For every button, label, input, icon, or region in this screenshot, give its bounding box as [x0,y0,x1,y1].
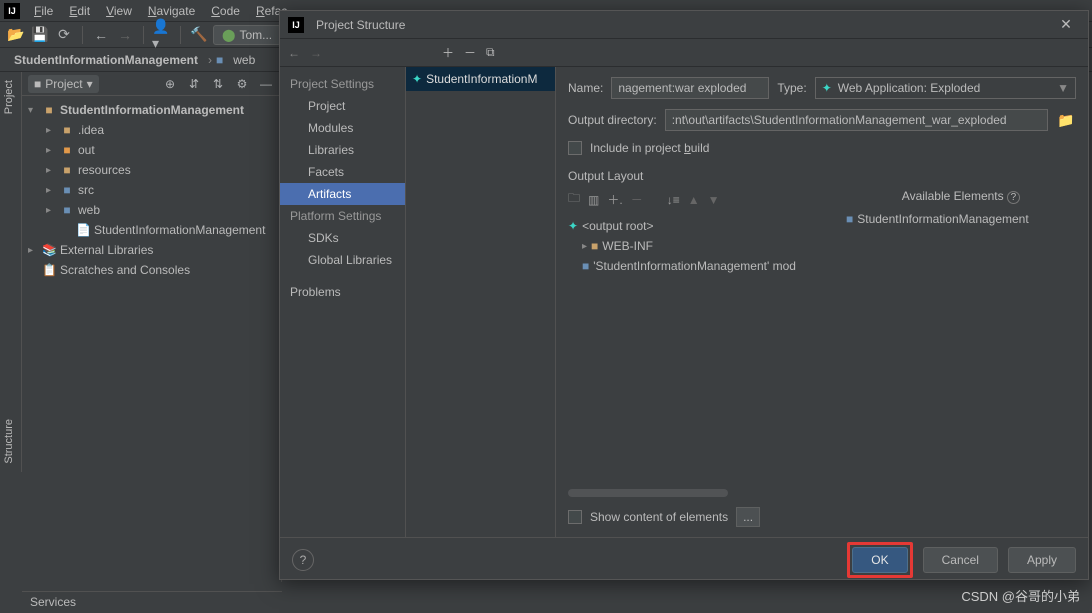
show-content-checkbox[interactable] [568,510,582,524]
cat-project[interactable]: Project [280,95,405,117]
menu-view[interactable]: View [98,1,140,21]
name-label: Name: [568,81,603,95]
collapse-all-icon[interactable]: ⇅ [209,77,227,91]
sync-icon[interactable]: ⟳ [54,25,74,45]
more-options-button[interactable]: ... [736,507,760,527]
select-opened-icon[interactable]: ⊕ [161,77,179,91]
browse-folder-icon[interactable]: 📁 [1056,110,1076,130]
horizontal-scrollbar[interactable] [568,489,728,497]
type-label: Type: [777,81,806,95]
folder-icon: ■ [216,53,223,67]
new-folder-icon[interactable]: 🗀 [568,189,580,210]
project-tree[interactable]: ▾■StudentInformationManagement ▸■.idea ▸… [22,96,281,284]
include-in-build-label: Include in project build [590,141,709,155]
project-structure-dialog: IJ Project Structure ✕ ← → ＋ － ⧉ Project… [279,10,1089,580]
cancel-button[interactable]: Cancel [923,547,998,573]
crumb-project[interactable]: StudentInformationManagement [8,51,204,69]
project-pane-header: ■Project▾ ⊕ ⇵ ⇅ ⚙ — [22,72,281,96]
dialog-title: Project Structure [316,18,405,32]
expand-all-icon[interactable]: ⇵ [185,77,203,91]
user-icon[interactable]: 👤▾ [152,25,172,45]
cat-modules[interactable]: Modules [280,117,405,139]
back-icon[interactable]: ← [91,25,111,45]
cat-problems[interactable]: Problems [280,281,405,303]
cat-header-platform-settings: Platform Settings [280,205,405,227]
include-in-build-checkbox[interactable] [568,141,582,155]
output-dir-field[interactable] [665,109,1048,131]
up-icon[interactable]: ▲ [688,193,700,207]
output-layout-tree[interactable]: ✦<output root> ▸■WEB-INF ■'StudentInform… [568,216,834,276]
available-elements-label: Available Elements? [846,189,1076,203]
left-gutter: Project Structure [0,72,22,472]
ok-highlight-box: OK [847,542,912,578]
run-config-selector[interactable]: ⬤Tom... [213,25,281,45]
type-dropdown[interactable]: ✦Web Application: Exploded▼ [815,77,1076,99]
apply-button[interactable]: Apply [1008,547,1076,573]
menu-code[interactable]: Code [203,1,248,21]
services-tool-button[interactable]: Services [22,591,282,613]
watermark: CSDN @谷哥的小弟 [961,586,1080,605]
ok-button[interactable]: OK [852,547,907,573]
cat-sdks[interactable]: SDKs [280,227,405,249]
copy-icon[interactable]: ⧉ [486,45,495,60]
add-copy-icon[interactable]: ＋. [607,191,622,208]
down-icon[interactable]: ▼ [708,193,720,207]
dialog-nav-toolbar: ← → ＋ － ⧉ [280,39,1088,67]
close-icon[interactable]: ✕ [1052,16,1080,33]
show-content-label: Show content of elements [590,510,728,524]
project-view-selector[interactable]: ■Project▾ [28,75,99,93]
remove-icon[interactable]: － [464,44,476,61]
category-list: Project Settings Project Modules Librari… [280,67,406,537]
cat-global-libraries[interactable]: Global Libraries [280,249,405,271]
ide-logo: IJ [4,3,20,19]
dialog-titlebar[interactable]: IJ Project Structure ✕ [280,11,1088,39]
crumb-web[interactable]: web [227,51,261,69]
remove-layout-icon[interactable]: － [631,191,643,208]
artifact-item[interactable]: ✦StudentInformationM [406,67,555,91]
forward-icon[interactable]: → [115,25,135,45]
forward-icon[interactable]: → [310,46,322,60]
project-tool-window: ■Project▾ ⊕ ⇵ ⇅ ⚙ — ▾■StudentInformation… [22,72,282,582]
output-layout-label: Output Layout [568,169,1076,183]
chevron-right-icon: › [208,53,212,67]
back-icon[interactable]: ← [288,46,300,60]
sidetab-structure[interactable]: Structure [0,411,18,472]
new-file-icon[interactable]: ▥ [588,193,599,207]
cat-artifacts[interactable]: Artifacts [280,183,405,205]
save-icon[interactable]: 💾 [30,25,50,45]
available-elements-tree[interactable]: ■StudentInformationManagement [846,209,1076,229]
cat-libraries[interactable]: Libraries [280,139,405,161]
artifact-list[interactable]: ✦StudentInformationM [406,67,556,537]
output-dir-label: Output directory: [568,113,657,127]
cat-header-project-settings: Project Settings [280,73,405,95]
layout-toolbar: 🗀 ▥ ＋. － ↓≡ ▲ ▼ [568,189,834,210]
help-icon[interactable]: ? [292,549,314,571]
artifact-details: Name: Type: ✦Web Application: Exploded▼ … [556,67,1088,537]
dialog-logo: IJ [288,17,304,33]
cat-facets[interactable]: Facets [280,161,405,183]
sidetab-project[interactable]: Project [0,72,18,122]
dialog-footer: ? OK Cancel Apply [280,537,1088,581]
name-field[interactable] [611,77,769,99]
open-icon[interactable]: 📂 [6,25,26,45]
menu-edit[interactable]: Edit [61,1,98,21]
add-icon[interactable]: ＋ [442,44,454,61]
settings-gear-icon[interactable]: ⚙ [233,77,251,91]
sort-icon[interactable]: ↓≡ [667,193,680,207]
menu-file[interactable]: File [26,1,61,21]
build-icon[interactable]: 🔨 [189,25,209,45]
hide-icon[interactable]: — [257,77,275,91]
